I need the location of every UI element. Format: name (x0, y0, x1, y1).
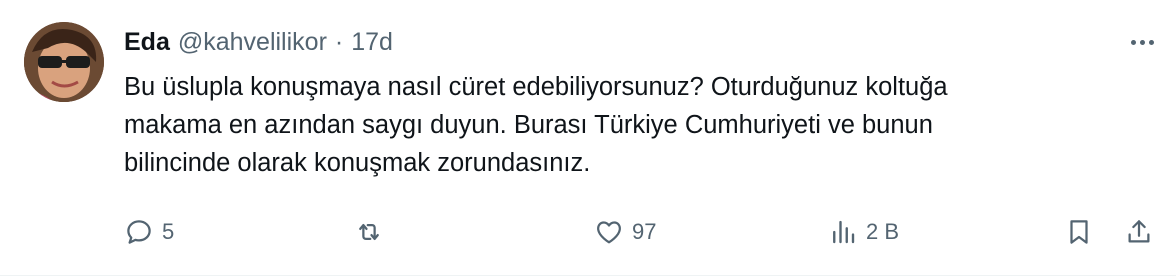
like-button[interactable]: 97 (594, 212, 656, 252)
views-button[interactable]: 2 B (828, 212, 899, 252)
avatar-image (24, 22, 104, 102)
reply-icon (124, 217, 154, 247)
retweet-button[interactable] (354, 212, 392, 252)
heart-icon (594, 217, 624, 247)
author-handle[interactable]: @kahvelilikor (178, 26, 327, 58)
more-icon-dot (1139, 39, 1145, 45)
reply-count: 5 (162, 219, 175, 244)
bookmark-icon (1064, 217, 1094, 247)
analytics-icon (828, 217, 858, 247)
more-options-button[interactable] (1124, 30, 1160, 54)
like-count: 97 (632, 219, 657, 244)
tweet-header: Eda @kahvelilikor · 17d (124, 26, 393, 58)
more-icon-dot (1130, 39, 1136, 45)
author-name[interactable]: Eda (124, 26, 170, 58)
share-icon (1124, 217, 1154, 247)
views-count: 2 B (866, 219, 900, 244)
bookmark-button[interactable] (1064, 212, 1094, 252)
avatar[interactable] (24, 22, 104, 102)
tweet[interactable]: Eda @kahvelilikor · 17d Bu üslupla konuş… (0, 0, 1176, 276)
retweet-icon (354, 217, 384, 247)
tweet-text: Bu üslupla konuşmaya nasıl cüret edebili… (124, 73, 948, 177)
timestamp[interactable]: 17d (351, 26, 393, 58)
separator-dot: · (334, 28, 344, 56)
share-button[interactable] (1124, 212, 1154, 252)
reply-button[interactable]: 5 (124, 212, 174, 252)
more-icon-dot (1148, 39, 1154, 45)
action-bar: 5 97 2 B (0, 212, 1176, 252)
